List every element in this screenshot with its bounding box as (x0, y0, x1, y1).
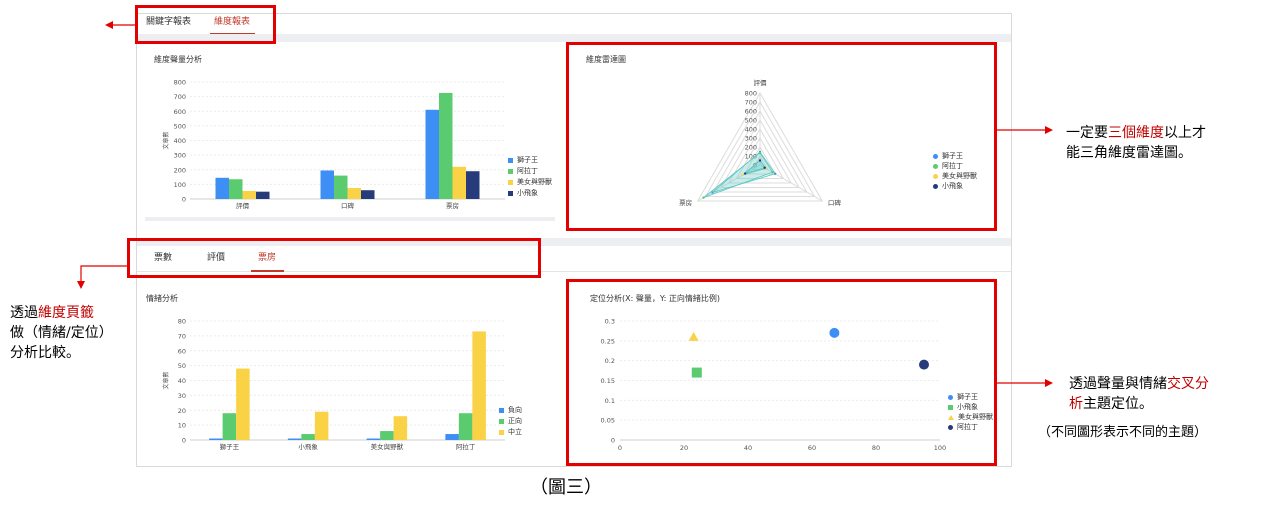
figure-caption: （圖三） (530, 477, 602, 498)
note-highlight: 維度頁籤 (38, 305, 94, 321)
note-text: 透過聲量與情緒 (1069, 376, 1167, 392)
note-line: 一定要三個維度以上才 (1066, 123, 1206, 143)
note-line: 透過維度頁籤 (10, 303, 113, 323)
note-text: 一定要 (1066, 125, 1108, 141)
note-text: 透過 (10, 305, 38, 321)
note-highlight: 析 (1069, 396, 1083, 412)
note-line: 透過聲量與情緒交叉分 (1069, 374, 1209, 394)
note-text: 分析比較。 (10, 345, 80, 361)
arrowhead (1045, 126, 1053, 134)
position-note: 透過聲量與情緒交叉分 析主題定位。 (1069, 374, 1209, 414)
note-text: 主題定位。 (1083, 396, 1153, 412)
note-line: 分析比較。 (10, 343, 113, 363)
note-highlight: 三個維度 (1108, 125, 1164, 141)
note-line: 析主題定位。 (1069, 394, 1209, 414)
radar-note: 一定要三個維度以上才能三角維度雷達圖。 (1066, 123, 1206, 163)
note-text: 做（情緒/定位） (10, 325, 113, 341)
note-line: 能三角維度雷達圖。 (1066, 143, 1206, 163)
arrow-bottom-tabs (80, 265, 127, 282)
arrowhead (1045, 379, 1053, 387)
arrowhead (77, 281, 85, 289)
tabs-note: 透過維度頁籤做（情緒/定位） 分析比較。 (10, 303, 113, 363)
note-highlight: 交叉分 (1167, 376, 1209, 392)
note-text: 能三角維度雷達圖。 (1066, 145, 1192, 161)
note-text: 以上才 (1164, 125, 1206, 141)
arrowhead (105, 21, 113, 29)
shape-note: （不同圖形表示不同的主題） (1038, 425, 1208, 440)
note-line: 做（情緒/定位） (10, 323, 113, 343)
